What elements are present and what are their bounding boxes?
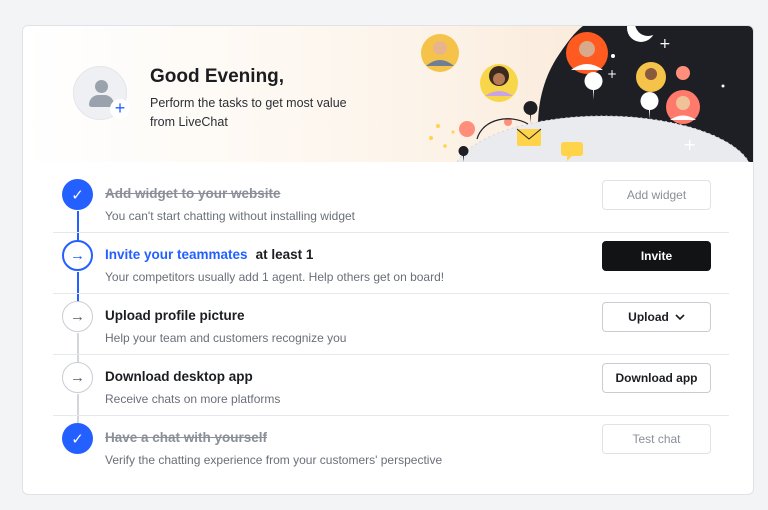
user-head-icon bbox=[95, 80, 108, 93]
task-add-widget: ✓ Add widget to your website You can't s… bbox=[53, 172, 729, 233]
task-title[interactable]: Invite your teammates at least 1 bbox=[105, 247, 313, 262]
task-description: Help your team and customers recognize y… bbox=[105, 331, 347, 345]
task-title-link[interactable]: Invite your teammates bbox=[105, 247, 248, 262]
location-pin-icon bbox=[523, 101, 538, 123]
arrow-right-icon: → bbox=[62, 301, 93, 332]
star-icon: + bbox=[659, 36, 671, 52]
star-icon: + bbox=[683, 135, 696, 154]
arrow-right-icon: → bbox=[62, 362, 93, 393]
chat-bubble-icon bbox=[561, 142, 583, 156]
task-title: Have a chat with yourself bbox=[105, 430, 268, 445]
task-title: Add widget to your website bbox=[105, 186, 281, 201]
task-upload-picture: → Upload profile picture Help your team … bbox=[53, 294, 729, 355]
task-description: You can't start chatting without install… bbox=[105, 209, 355, 223]
plus-icon: + bbox=[110, 99, 130, 119]
welcome-header: + Good Evening, Perform the tasks to get… bbox=[23, 26, 753, 162]
invite-button[interactable]: Invite bbox=[602, 241, 711, 271]
arrow-right-icon: → bbox=[62, 240, 93, 271]
upload-button[interactable]: Upload bbox=[602, 302, 711, 332]
upload-button-label: Upload bbox=[628, 310, 669, 324]
task-description: Your competitors usually add 1 agent. He… bbox=[105, 270, 445, 284]
download-app-button[interactable]: Download app bbox=[602, 363, 711, 393]
task-chat-yourself: ✓ Have a chat with yourself Verify the c… bbox=[53, 416, 729, 477]
task-title: Upload profile picture bbox=[105, 308, 245, 323]
greeting-title: Good Evening, bbox=[150, 66, 285, 87]
task-list: ✓ Add widget to your website You can't s… bbox=[53, 172, 729, 477]
greeting-subtitle: Perform the tasks to get most value from… bbox=[150, 96, 347, 129]
check-icon: ✓ bbox=[62, 423, 93, 454]
task-download-app: → Download desktop app Receive chats on … bbox=[53, 355, 729, 416]
check-icon: ✓ bbox=[62, 179, 93, 210]
star-icon: + bbox=[607, 67, 617, 81]
add-widget-button[interactable]: Add widget bbox=[602, 180, 711, 210]
test-chat-button[interactable]: Test chat bbox=[602, 424, 711, 454]
onboarding-card: + Good Evening, Perform the tasks to get… bbox=[22, 25, 754, 495]
task-title: Download desktop app bbox=[105, 369, 253, 384]
chevron-down-icon bbox=[675, 313, 685, 320]
task-description: Verify the chatting experience from your… bbox=[105, 453, 443, 467]
header-illustration: + + + bbox=[421, 26, 753, 162]
task-invite-teammates: → Invite your teammates at least 1 Your c… bbox=[53, 233, 729, 294]
task-title-suffix: at least 1 bbox=[255, 247, 314, 262]
add-avatar-button[interactable]: + bbox=[73, 66, 130, 120]
task-description: Receive chats on more platforms bbox=[105, 392, 281, 406]
